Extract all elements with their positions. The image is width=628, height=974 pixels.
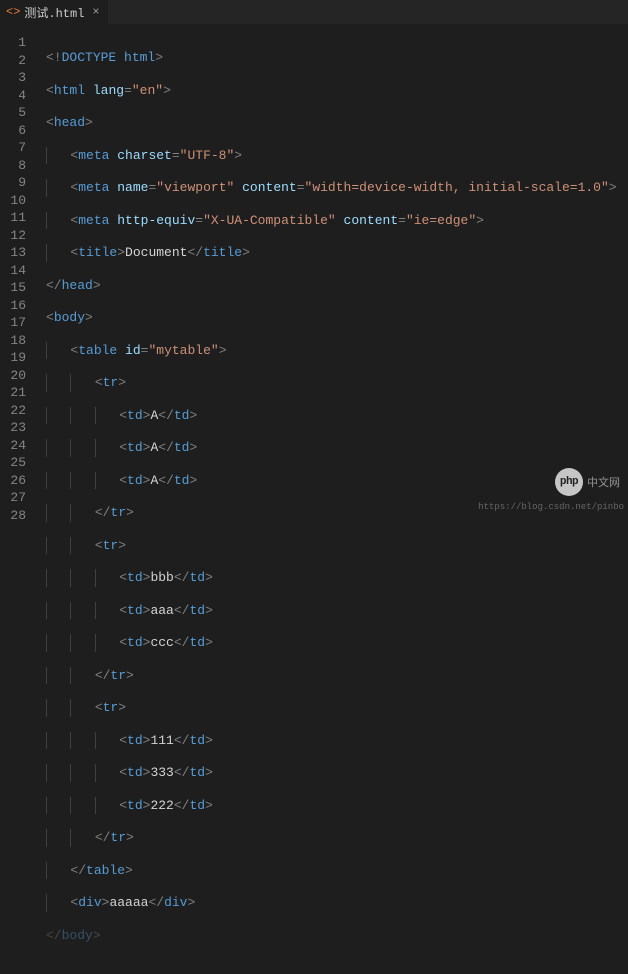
file-tab[interactable]: <> 测试.html × bbox=[0, 0, 108, 24]
code-line[interactable]: <!DOCTYPE html> bbox=[46, 49, 628, 67]
code-line[interactable]: <td>aaa</td> bbox=[46, 602, 628, 620]
code-line[interactable]: <td>bbb</td> bbox=[46, 569, 628, 587]
watermark-text: 中文网 bbox=[587, 474, 620, 490]
html-file-icon: <> bbox=[6, 5, 20, 19]
code-line[interactable]: <title>Document</title> bbox=[46, 244, 628, 262]
code-line[interactable]: </tr> bbox=[46, 829, 628, 847]
code-line[interactable]: </table> bbox=[46, 862, 628, 880]
code-line[interactable]: <tr> bbox=[46, 537, 628, 555]
code-line[interactable]: </head> bbox=[46, 277, 628, 295]
code-line[interactable]: <meta name="viewport" content="width=dev… bbox=[46, 179, 628, 197]
code-line[interactable]: <head> bbox=[46, 114, 628, 132]
tab-filename: 测试.html bbox=[24, 4, 84, 21]
code-line[interactable]: <td>222</td> bbox=[46, 797, 628, 815]
code-line[interactable]: <td>A</td> bbox=[46, 407, 628, 425]
code-line[interactable]: <td>111</td> bbox=[46, 732, 628, 750]
code-line[interactable]: <html lang="en"> bbox=[46, 82, 628, 100]
code-line[interactable]: <td>A</td> bbox=[46, 472, 628, 490]
code-line[interactable]: <td>ccc</td> bbox=[46, 634, 628, 652]
code-line[interactable]: <tr> bbox=[46, 374, 628, 392]
code-line[interactable]: <meta charset="UTF-8"> bbox=[46, 147, 628, 165]
code-line[interactable]: <meta http-equiv="X-UA-Compatible" conte… bbox=[46, 212, 628, 230]
php-logo-icon: php bbox=[555, 468, 583, 496]
code-line[interactable]: <table id="mytable"> bbox=[46, 342, 628, 360]
code-line[interactable]: </tr> bbox=[46, 667, 628, 685]
watermark: php 中文网 bbox=[555, 468, 620, 496]
code-line[interactable]: <tr> bbox=[46, 699, 628, 717]
footer-link: https://blog.csdn.net/pinbo bbox=[478, 502, 624, 512]
close-icon[interactable]: × bbox=[92, 5, 99, 19]
code-line[interactable]: <td>333</td> bbox=[46, 764, 628, 782]
line-number-gutter: 1234567891011121314151617181920212223242… bbox=[0, 24, 36, 514]
code-line[interactable]: <td>A</td> bbox=[46, 439, 628, 457]
code-line[interactable]: <body> bbox=[46, 309, 628, 327]
code-line[interactable]: <div>aaaaa</div> bbox=[46, 894, 628, 912]
tab-bar: <> 测试.html × bbox=[0, 0, 628, 24]
code-area[interactable]: <!DOCTYPE html> <html lang="en"> <head> … bbox=[36, 24, 628, 514]
editor-pane[interactable]: 1234567891011121314151617181920212223242… bbox=[0, 24, 628, 514]
code-line[interactable]: </body> bbox=[46, 927, 628, 945]
